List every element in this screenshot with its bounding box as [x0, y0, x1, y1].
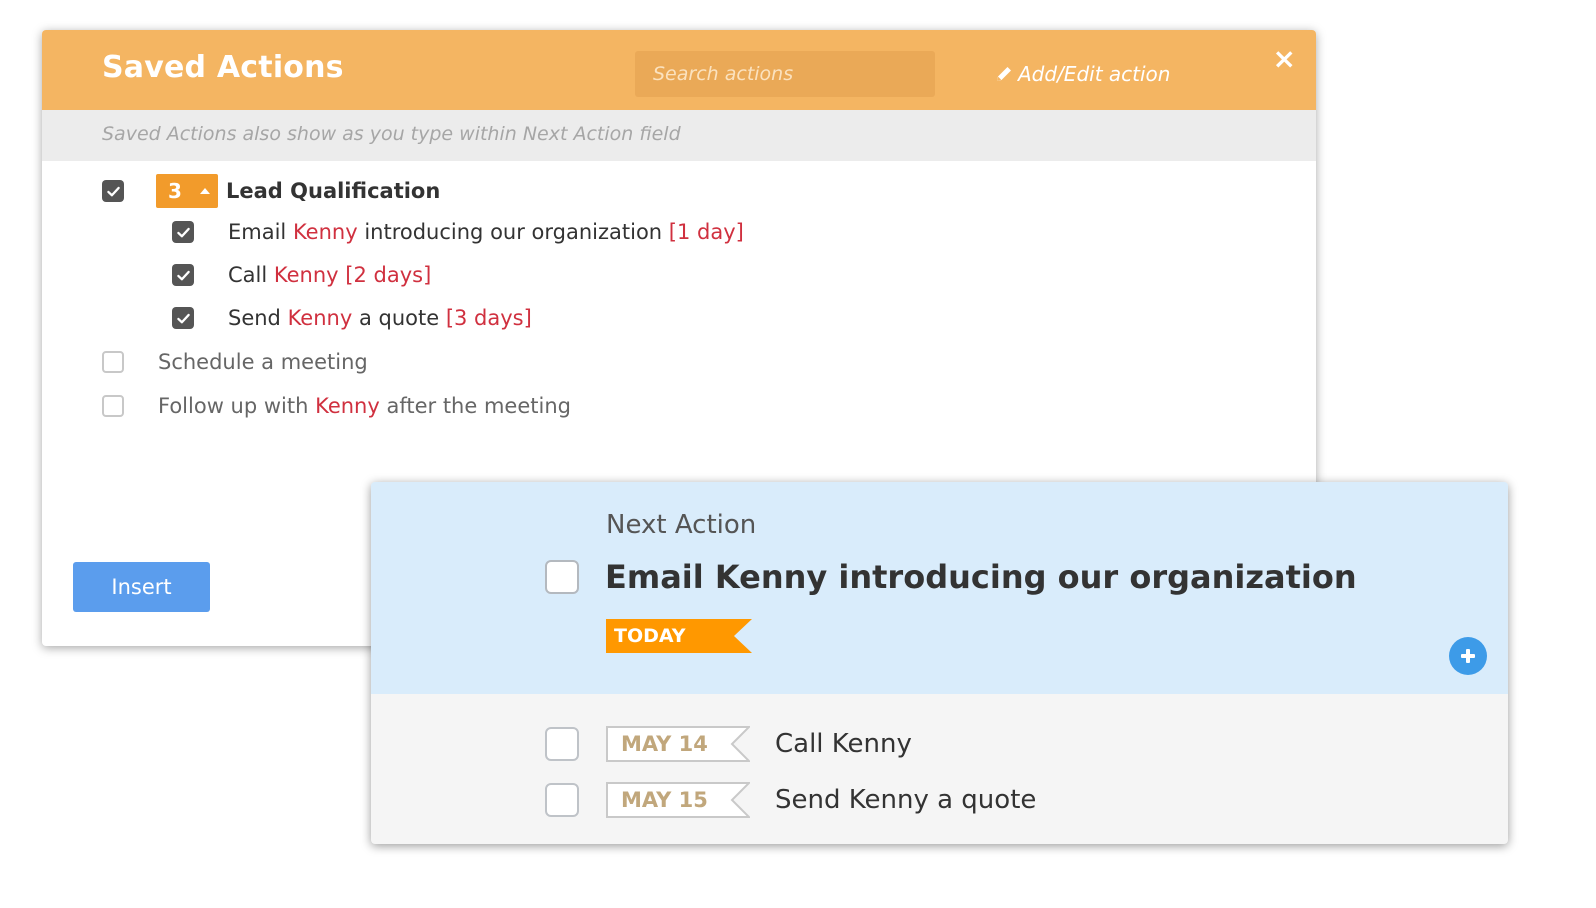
group-count: 3	[168, 179, 182, 203]
add-action-button[interactable]	[1449, 637, 1487, 675]
action-text: Schedule a meeting	[158, 350, 368, 374]
contact-name: Kenny	[273, 263, 339, 287]
upcoming-action-row: MAY 14 Call Kenny	[545, 726, 912, 762]
group-checkbox[interactable]	[102, 180, 124, 202]
upcoming-action-checkbox[interactable]	[545, 727, 579, 761]
next-action-panel: Next Action Email Kenny introducing our …	[371, 482, 1508, 694]
insert-button[interactable]: Insert	[73, 562, 210, 612]
next-action-card: Next Action Email Kenny introducing our …	[371, 482, 1508, 844]
checkmark-icon	[176, 313, 190, 323]
action-item: Email Kenny introducing our organization…	[172, 220, 744, 244]
today-tag: TODAY	[606, 619, 752, 653]
action-item: Call Kenny [2 days]	[172, 263, 431, 287]
date-tag: MAY 15	[606, 782, 750, 818]
action-text-before: Follow up with	[158, 394, 316, 418]
action-item: Schedule a meeting	[102, 350, 368, 374]
upcoming-action-row: MAY 15 Send Kenny a quote	[545, 782, 1036, 818]
modal-header: Saved Actions Add/Edit action ×	[42, 30, 1316, 110]
action-text: Call Kenny [2 days]	[228, 263, 431, 287]
today-tag-label: TODAY	[614, 625, 686, 647]
action-text: Send Kenny a quote [3 days]	[228, 306, 532, 330]
group-title: Lead Qualification	[226, 179, 441, 203]
contact-name: Kenny	[292, 220, 358, 244]
checkmark-icon	[176, 227, 190, 237]
action-text-before: Email	[228, 220, 293, 244]
delay-days: [2 days]	[345, 263, 432, 287]
contact-name: Kenny	[315, 394, 380, 418]
date-tag: MAY 14	[606, 726, 750, 762]
action-text-after: introducing our organization	[357, 220, 669, 244]
modal-title: Saved Actions	[102, 50, 344, 85]
action-checkbox[interactable]	[172, 221, 194, 243]
pencil-icon	[994, 64, 1014, 84]
add-edit-action-button[interactable]: Add/Edit action	[994, 62, 1170, 86]
group-row-lead-qualification: 3 Lead Qualification	[102, 174, 440, 208]
date-tag-label: MAY 15	[621, 788, 708, 812]
date-tag-label: MAY 14	[621, 732, 708, 756]
action-text: Email Kenny introducing our organization…	[228, 220, 744, 244]
action-text-before: Send	[228, 306, 288, 330]
action-text-after: a quote	[352, 306, 446, 330]
next-action-checkbox[interactable]	[545, 560, 579, 594]
delay-days: [1 day]	[668, 220, 744, 244]
contact-name: Kenny	[287, 306, 353, 330]
add-edit-action-label: Add/Edit action	[1018, 62, 1171, 86]
checkmark-icon	[106, 186, 120, 196]
action-text-before: Call	[228, 263, 274, 287]
action-checkbox[interactable]	[102, 395, 124, 417]
next-action-label: Next Action	[606, 510, 757, 540]
action-checkbox[interactable]	[102, 351, 124, 373]
group-count-toggle[interactable]: 3	[156, 174, 218, 208]
upcoming-action-text[interactable]: Send Kenny a quote	[775, 785, 1036, 815]
caret-up-icon	[200, 188, 210, 194]
close-icon[interactable]: ×	[1273, 44, 1296, 74]
action-text-after: after the meeting	[379, 394, 571, 418]
delay-days: [3 days]	[445, 306, 532, 330]
next-action-title[interactable]: Email Kenny introducing our organization	[605, 558, 1357, 596]
search-actions-input[interactable]	[635, 51, 935, 97]
upcoming-action-text[interactable]: Call Kenny	[775, 729, 912, 759]
checkmark-icon	[176, 270, 190, 280]
plus-icon	[1461, 649, 1475, 663]
hint-text: Saved Actions also show as you type with…	[42, 110, 1316, 161]
action-item: Follow up with Kenny after the meeting	[102, 394, 571, 418]
upcoming-action-checkbox[interactable]	[545, 783, 579, 817]
action-checkbox[interactable]	[172, 307, 194, 329]
action-item: Send Kenny a quote [3 days]	[172, 306, 532, 330]
search-actions-field[interactable]	[635, 51, 935, 97]
action-text: Follow up with Kenny after the meeting	[158, 394, 571, 418]
action-checkbox[interactable]	[172, 264, 194, 286]
